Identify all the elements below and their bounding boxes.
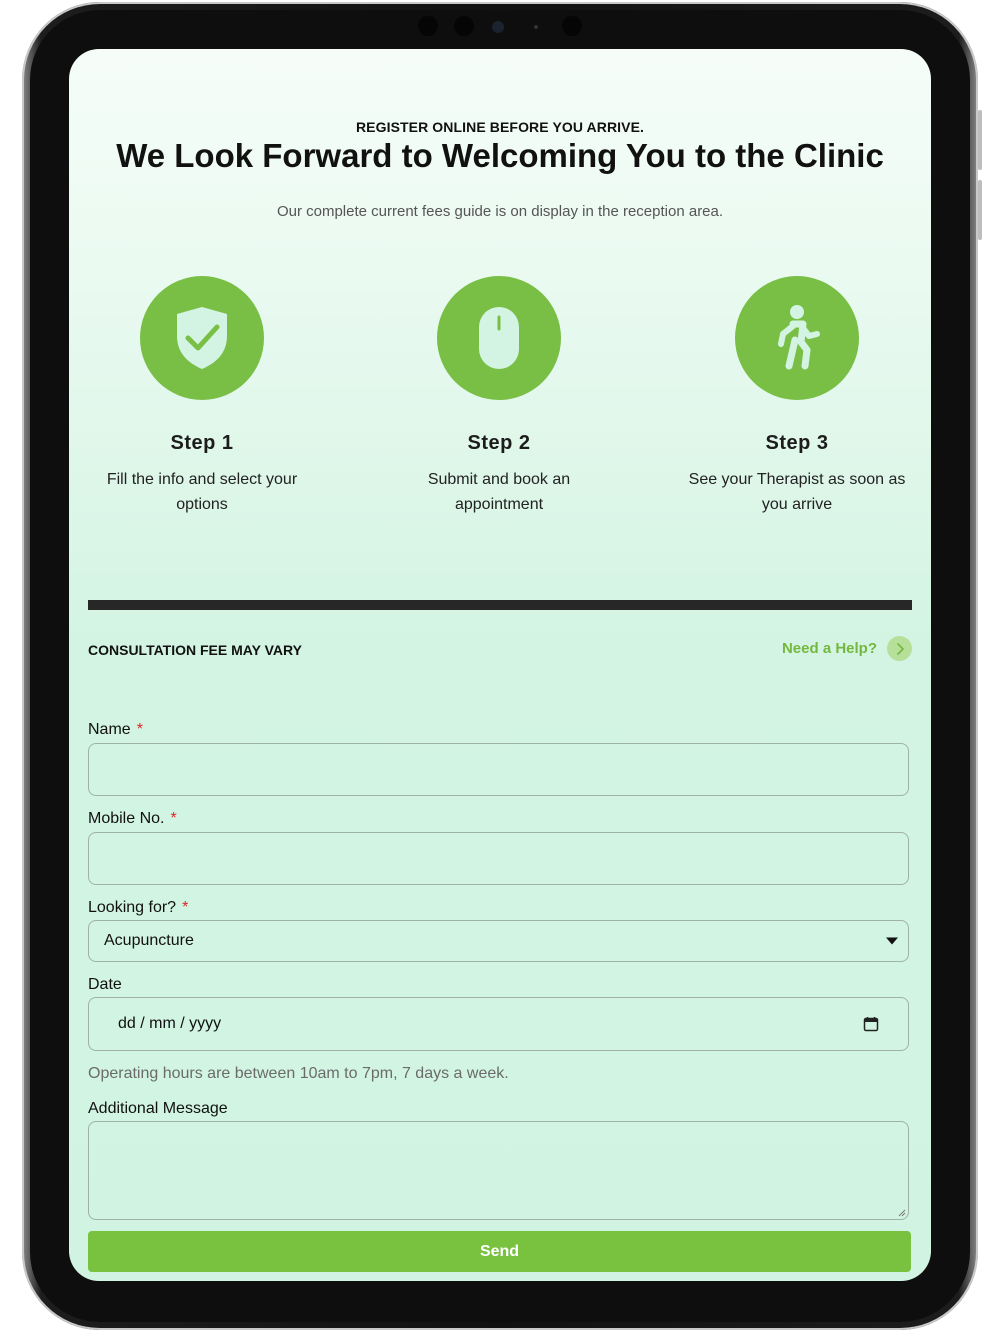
need-help-link[interactable]: Need a Help? bbox=[782, 636, 912, 661]
name-label: Name * bbox=[88, 721, 143, 739]
eyebrow-text: REGISTER ONLINE BEFORE YOU ARRIVE. bbox=[355, 119, 645, 135]
message-label: Additional Message bbox=[88, 1100, 228, 1117]
date-label: Date bbox=[88, 976, 122, 993]
shield-check-icon bbox=[177, 307, 227, 369]
looking-for-select[interactable]: Acupuncture bbox=[88, 920, 909, 962]
step-3-title: Step 3 bbox=[765, 432, 829, 454]
name-input[interactable] bbox=[88, 743, 909, 796]
step-1-title: Step 1 bbox=[170, 432, 234, 454]
sensor-dot bbox=[418, 16, 438, 36]
operating-hours-note: Operating hours are between 10am to 7pm,… bbox=[88, 1065, 509, 1082]
mobile-label-text: Mobile No. bbox=[88, 810, 165, 827]
fees-note: Our complete current fees guide is on di… bbox=[276, 203, 724, 220]
step-1: Step 1 Fill the info and select your opt… bbox=[69, 276, 342, 517]
step-2-circle bbox=[437, 276, 561, 400]
step-3-desc-line: you arrive bbox=[761, 496, 833, 513]
step-2-desc-line: Submit and book an bbox=[427, 471, 571, 488]
volume-button bbox=[978, 180, 982, 240]
page-title: We Look Forward to Welcoming You to the … bbox=[116, 137, 884, 174]
mobile-label: Mobile No. * bbox=[88, 810, 177, 828]
step-3: Step 3 See your Therapist as soon as you… bbox=[657, 276, 931, 517]
looking-for-label-text: Looking for? bbox=[88, 899, 177, 916]
caret-down-icon bbox=[886, 937, 898, 945]
chevron-right-icon bbox=[887, 636, 912, 661]
name-label-text: Name bbox=[88, 721, 131, 738]
step-1-circle bbox=[140, 276, 264, 400]
mouse-icon bbox=[479, 307, 519, 369]
required-mark: * bbox=[170, 810, 177, 827]
send-button[interactable]: Send bbox=[88, 1231, 911, 1272]
walking-person-icon bbox=[778, 305, 820, 370]
resize-handle-icon[interactable] bbox=[898, 1209, 906, 1217]
required-mark: * bbox=[182, 899, 189, 916]
mobile-input[interactable] bbox=[88, 832, 909, 885]
looking-for-selected-value: Acupuncture bbox=[104, 932, 194, 949]
required-mark: * bbox=[136, 721, 143, 738]
date-input[interactable]: dd / mm / yyyy bbox=[88, 997, 909, 1051]
section-divider bbox=[88, 600, 912, 610]
need-help-label: Need a Help? bbox=[781, 640, 877, 657]
date-placeholder: dd / mm / yyyy bbox=[118, 1015, 222, 1032]
step-2-desc-line: appointment bbox=[454, 496, 544, 513]
calendar-icon[interactable] bbox=[863, 1016, 879, 1032]
sensor-dot bbox=[454, 16, 474, 36]
step-3-description: See your Therapist as soon as you arrive bbox=[657, 467, 931, 517]
sensor-dot bbox=[534, 25, 538, 29]
step-3-desc-line: See your Therapist as soon as bbox=[688, 471, 906, 488]
step-1-desc-line: options bbox=[176, 496, 228, 513]
step-3-circle bbox=[735, 276, 859, 400]
screen: REGISTER ONLINE BEFORE YOU ARRIVE. We Lo… bbox=[69, 49, 931, 1281]
consultation-fee-notice: CONSULTATION FEE MAY VARY bbox=[88, 642, 302, 658]
step-2-description: Submit and book an appointment bbox=[359, 467, 639, 517]
camera-lens bbox=[492, 21, 504, 33]
step-2: Step 2 Submit and book an appointment bbox=[359, 276, 639, 517]
looking-for-label: Looking for? * bbox=[88, 899, 188, 917]
volume-button bbox=[978, 110, 982, 170]
step-2-title: Step 2 bbox=[467, 432, 531, 454]
step-1-desc-line: Fill the info and select your bbox=[106, 471, 298, 488]
sensor-dot bbox=[562, 16, 582, 36]
step-1-description: Fill the info and select your options bbox=[69, 467, 342, 517]
message-textarea[interactable] bbox=[88, 1121, 909, 1220]
